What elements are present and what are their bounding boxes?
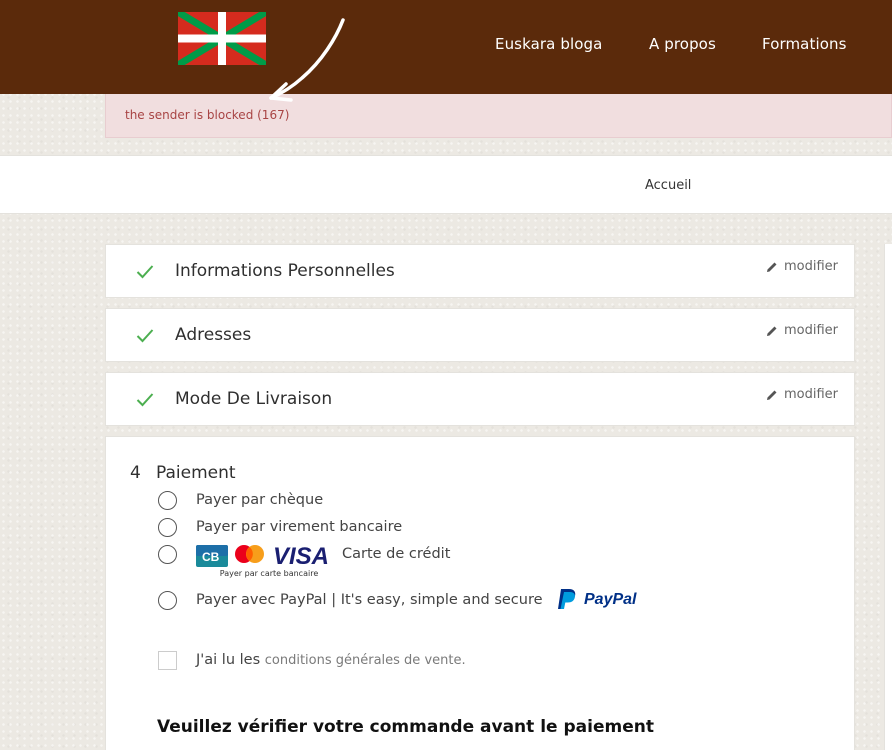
terms-prefix: J'ai lu les [196,652,261,668]
radio-button[interactable] [158,545,177,564]
checkout-step-addresses[interactable]: Adresses modifier [105,308,855,362]
edit-label: modifier [783,387,838,402]
basque-flag-logo[interactable] [176,9,268,68]
check-icon [136,329,154,343]
site-header: Euskara bloga A propos Formations [0,0,892,94]
option-label: Carte de crédit [342,546,451,562]
pencil-icon [766,390,777,400]
checkout-step-delivery[interactable]: Mode De Livraison modifier [105,372,855,426]
sidebar-panel-edge [884,244,892,750]
card-logos-caption: Payer par carte bancaire [219,569,319,578]
step-title: Informations Personnelles [175,261,395,281]
terms-link[interactable]: conditions générales de vente. [265,653,466,668]
terms-checkbox[interactable] [158,651,177,670]
pencil-icon [766,262,777,272]
radio-button[interactable] [158,491,177,510]
option-label: Payer par virement bancaire [196,519,403,535]
payment-option-credit-card[interactable]: CB VISA Payer par carte bancaire Carte d… [158,543,450,578]
step-title: Adresses [175,325,252,345]
card-brands-icon: CB VISA [196,543,329,570]
step-number: 4 [130,463,141,483]
breadcrumb: Accueil [0,155,892,214]
svg-text:CB: CB [202,550,220,564]
alert-message: the sender is blocked (167) [125,108,290,122]
option-label: Payer avec PayPal | It's easy, simple an… [196,592,543,608]
edit-label: modifier [783,259,838,274]
payment-option-cheque[interactable]: Payer par chèque [158,491,323,510]
pencil-icon [766,326,777,336]
edit-step-button[interactable]: modifier [766,259,838,274]
radio-button[interactable] [158,591,177,610]
error-alert: the sender is blocked (167) [105,94,892,138]
paypal-wordmark: PayPal [584,591,637,608]
card-logos: CB VISA Payer par carte bancaire [196,543,342,582]
payment-option-bank-transfer[interactable]: Payer par virement bancaire [158,518,402,537]
basque-flag-icon [176,9,268,68]
checkout-step-payment: 4 Paiement Payer par chèque Payer par vi… [105,436,855,750]
svg-text:VISA: VISA [273,544,329,570]
radio-button[interactable] [158,518,177,537]
step-title: Mode De Livraison [175,389,333,409]
nav-link-formations[interactable]: Formations [762,35,847,53]
verify-order-heading: Veuillez vérifier votre commande avant l… [157,717,654,737]
step-title: Paiement [156,463,236,483]
terms-label: J'ai lu les conditions générales de vent… [196,652,466,668]
check-icon [136,265,154,279]
edit-step-button[interactable]: modifier [766,387,838,402]
nav-link-euskara-bloga[interactable]: Euskara bloga [495,35,602,53]
edit-label: modifier [783,323,838,338]
payment-option-paypal[interactable]: Payer avec PayPal | It's easy, simple an… [158,589,637,610]
breadcrumb-home-link[interactable]: Accueil [645,178,691,193]
edit-step-button[interactable]: modifier [766,323,838,338]
check-icon [136,393,154,407]
nav-link-a-propos[interactable]: A propos [649,35,716,53]
paypal-logo: PayPal [558,589,637,609]
option-label: Payer par chèque [196,492,324,508]
checkout-step-personal-info[interactable]: Informations Personnelles modifier [105,244,855,298]
